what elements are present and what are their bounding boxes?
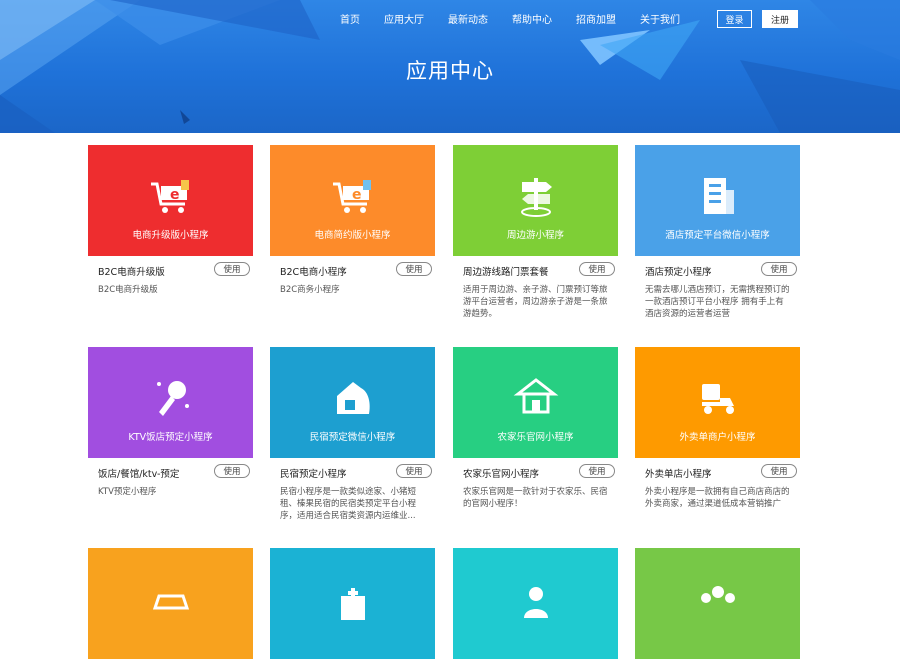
app-name: 周边游线路门票套餐: [463, 267, 549, 278]
nav-home[interactable]: 首页: [340, 11, 360, 26]
app-card[interactable]: e 电商升级版小程序 B2C电商升级版 使用 B2C电商升级版: [88, 145, 253, 296]
app-description: KTV预定小程序: [98, 487, 157, 497]
app-card[interactable]: [453, 548, 618, 659]
app-name: B2C电商升级版: [98, 267, 165, 278]
app-name: 农家乐官网小程序: [463, 469, 540, 480]
nav-help[interactable]: 帮助中心: [512, 11, 552, 26]
farmhouse-icon: [512, 374, 560, 422]
app-name: B2C电商小程序: [280, 267, 347, 278]
app-tile[interactable]: 周边游小程序: [453, 145, 618, 256]
house-icon: [329, 374, 377, 422]
login-button[interactable]: 登录: [717, 10, 752, 28]
car-icon: [147, 578, 195, 626]
app-description: 农家乐官网是一款针对于农家乐、民宿的官网小程序！: [463, 487, 608, 509]
tile-label: 农家乐官网小程序: [497, 432, 574, 443]
signpost-icon: [512, 172, 560, 220]
app-tile[interactable]: 酒店预定平台微信小程序: [635, 145, 800, 256]
svg-text:e: e: [170, 187, 180, 203]
app-tile[interactable]: KTV饭店预定小程序: [88, 347, 253, 458]
app-name: 酒店预定小程序: [645, 267, 712, 278]
app-card[interactable]: 农家乐官网小程序 农家乐官网小程序 使用 农家乐官网是一款针对于农家乐、民宿的官…: [453, 347, 618, 510]
hero-banner: 首页 应用大厅 最新动态 帮助中心 招商加盟 关于我们 登录 注册 应用中心: [0, 0, 900, 133]
tile-label: 电商升级版小程序: [132, 230, 209, 241]
nav-franchise[interactable]: 招商加盟: [576, 11, 616, 26]
app-card[interactable]: 外卖单商户小程序 外卖单店小程序 使用 外卖小程序是一款拥有自己商店商店的外卖商…: [635, 347, 800, 510]
tile-label: 电商简约版小程序: [314, 230, 391, 241]
app-tile[interactable]: [635, 548, 800, 659]
app-card[interactable]: 民宿预定微信小程序 民宿预定小程序 使用 民宿小程序是一款类似途家、小猪短租、榛…: [270, 347, 435, 522]
app-tile[interactable]: e 电商简约版小程序: [270, 145, 435, 256]
app-card[interactable]: [270, 548, 435, 659]
auth-buttons: 登录 注册: [717, 10, 798, 28]
app-description: 无需去哪儿酒店预订，无需携程预订的一款酒店预订平台小程序 拥有手上有酒店资源的运…: [645, 285, 790, 319]
app-description: B2C电商升级版: [98, 285, 158, 295]
app-tile[interactable]: 外卖单商户小程序: [635, 347, 800, 458]
building-icon: [694, 172, 742, 220]
use-button[interactable]: 使用: [214, 464, 250, 478]
nav-news[interactable]: 最新动态: [448, 11, 488, 26]
nav-about[interactable]: 关于我们: [640, 11, 680, 26]
tile-label: 酒店预定平台微信小程序: [665, 230, 770, 241]
app-tile[interactable]: [453, 548, 618, 659]
use-button[interactable]: 使用: [396, 464, 432, 478]
tile-label: 民宿预定微信小程序: [309, 432, 396, 443]
app-card[interactable]: KTV饭店预定小程序 饭店/餐馆/ktv-预定 使用 KTV预定小程序: [88, 347, 253, 498]
tile-label: KTV饭店预定小程序: [128, 432, 213, 443]
use-button[interactable]: 使用: [396, 262, 432, 276]
app-tile[interactable]: [88, 548, 253, 659]
register-button[interactable]: 注册: [762, 10, 798, 28]
app-name: 饭店/餐馆/ktv-预定: [98, 469, 180, 480]
app-name: 民宿预定小程序: [280, 469, 347, 480]
delivery-icon: [694, 374, 742, 422]
person-icon: [512, 578, 560, 626]
tile-label: 外卖单商户小程序: [679, 432, 756, 443]
microphone-icon: [147, 374, 195, 422]
app-tile[interactable]: [270, 548, 435, 659]
use-button[interactable]: 使用: [214, 262, 250, 276]
hospital-icon: [329, 578, 377, 626]
cart-icon: e: [147, 172, 195, 220]
nav-app-hall[interactable]: 应用大厅: [384, 11, 424, 26]
page-title: 应用中心: [406, 59, 494, 83]
app-card[interactable]: [88, 548, 253, 659]
use-button[interactable]: 使用: [579, 262, 615, 276]
cart-icon: e: [329, 172, 377, 220]
app-tile[interactable]: e 电商升级版小程序: [88, 145, 253, 256]
app-card[interactable]: 酒店预定平台微信小程序 酒店预定小程序 使用 无需去哪儿酒店预订，无需携程预订的…: [635, 145, 800, 320]
svg-text:e: e: [352, 187, 362, 203]
app-card[interactable]: 周边游小程序 周边游线路门票套餐 使用 适用于周边游、亲子游、门票预订等旅游平台…: [453, 145, 618, 320]
tile-label: 周边游小程序: [506, 230, 564, 241]
app-description: 外卖小程序是一款拥有自己商店商店的外卖商家，通过渠道低成本营销推广: [645, 487, 790, 509]
app-card[interactable]: [635, 548, 800, 659]
app-card[interactable]: e 电商简约版小程序 B2C电商小程序 使用 B2C商务小程序: [270, 145, 435, 296]
use-button[interactable]: 使用: [579, 464, 615, 478]
app-tile[interactable]: 民宿预定微信小程序: [270, 347, 435, 458]
app-name: 外卖单店小程序: [645, 469, 712, 480]
top-nav: 首页 应用大厅 最新动态 帮助中心 招商加盟 关于我们: [340, 11, 704, 26]
group-icon: [694, 578, 742, 626]
use-button[interactable]: 使用: [761, 262, 797, 276]
app-description: 适用于周边游、亲子游、门票预订等旅游平台运营者，周边游亲子游是一条旅游趋势。: [463, 285, 608, 319]
app-description: B2C商务小程序: [280, 285, 340, 295]
app-tile[interactable]: 农家乐官网小程序: [453, 347, 618, 458]
app-description: 民宿小程序是一款类似途家、小猪短租、榛果民宿的民宿类预定平台小程序，适用适合民宿…: [280, 487, 417, 521]
use-button[interactable]: 使用: [761, 464, 797, 478]
